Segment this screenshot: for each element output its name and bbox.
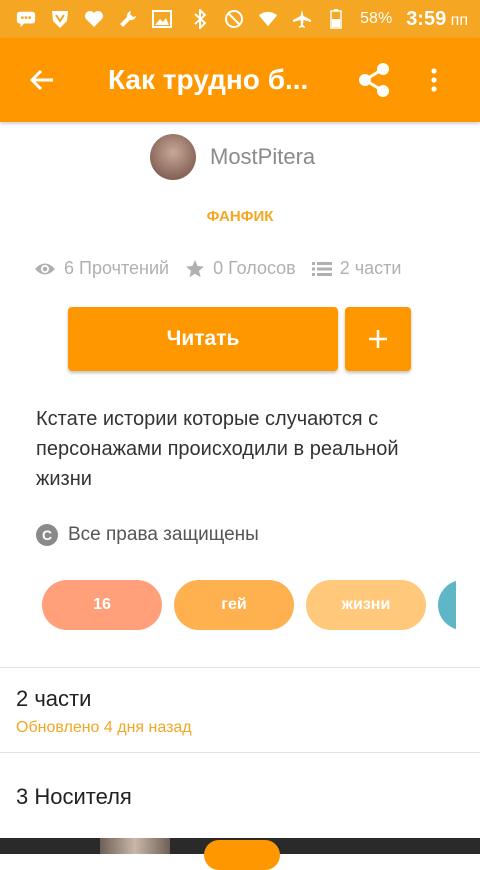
read-button[interactable]: Читать <box>68 307 338 371</box>
share-icon <box>359 63 389 97</box>
back-arrow-icon <box>29 69 53 91</box>
tag-chip[interactable]: 16 <box>42 580 162 630</box>
parts-updated-text: Обновлено 4 дня назад <box>16 719 192 736</box>
clock-time: 3:59 <box>406 7 447 30</box>
votes-count: 0 Голосов <box>213 258 296 278</box>
clock-period: пп <box>450 11 468 29</box>
bluetooth-icon <box>190 9 210 29</box>
status-bar: 58% 3:59 пп <box>0 0 480 38</box>
image-icon <box>152 9 172 29</box>
reads-count: 6 Прочтений <box>64 258 170 278</box>
more-options-button[interactable] <box>404 50 464 110</box>
divider <box>0 752 480 753</box>
tag-chip[interactable] <box>438 580 456 630</box>
carrier-thumbnail[interactable] <box>100 838 170 854</box>
author-name[interactable]: MostPitera <box>210 144 315 170</box>
category-label[interactable]: ФАНФИК <box>0 208 480 225</box>
story-description: Кстате истории которые случаются с персо… <box>36 408 399 490</box>
author-row[interactable]: MostPitera <box>150 134 315 180</box>
battery-percent: 58% <box>360 10 393 27</box>
avatar[interactable] <box>150 134 196 180</box>
copyright-row: C Все права защищены <box>36 524 259 546</box>
eye-icon <box>35 263 55 274</box>
airplane-icon <box>292 9 312 29</box>
tag-chip[interactable]: жизни <box>306 580 426 630</box>
wrench-icon <box>118 9 138 29</box>
star-icon <box>186 259 205 277</box>
parts-count: 2 части <box>339 258 402 278</box>
copyright-text: Все права защищены <box>68 524 259 545</box>
wifi-icon <box>258 9 278 29</box>
add-to-library-button[interactable] <box>345 307 411 371</box>
page-title: Как трудно б... <box>108 64 309 95</box>
divider <box>0 667 480 668</box>
tag-list: 16 гей жизни <box>42 580 456 632</box>
battery-icon <box>326 9 346 29</box>
share-button[interactable] <box>344 50 404 110</box>
app-toolbar: Как трудно б... <box>0 38 480 122</box>
vpn-icon <box>50 9 70 29</box>
tag-chip[interactable]: гей <box>174 580 294 630</box>
copyright-icon: C <box>36 524 58 546</box>
carrier-badge[interactable] <box>204 840 280 870</box>
list-icon <box>311 261 332 276</box>
more-vert-icon <box>431 68 437 92</box>
heart-icon <box>84 9 104 29</box>
parts-section-title[interactable]: 2 части <box>16 686 91 712</box>
carriers-section-title[interactable]: 3 Носителя <box>16 784 132 810</box>
dnd-icon <box>224 9 244 29</box>
back-button[interactable] <box>12 50 72 110</box>
story-stats: 6 Прочтений 0 Голосов 2 части <box>34 258 417 279</box>
plus-icon <box>369 330 387 348</box>
chat-icon <box>16 9 36 29</box>
